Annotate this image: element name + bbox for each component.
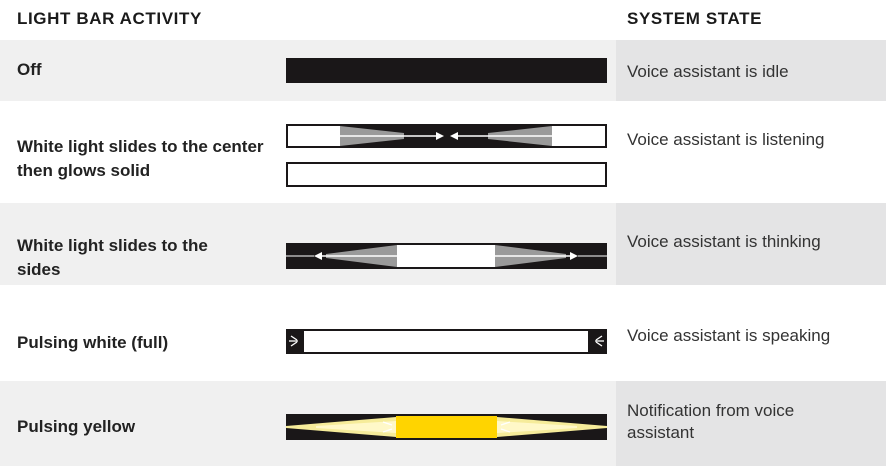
pulsing-white-icon bbox=[286, 329, 607, 354]
off-bar-icon bbox=[286, 58, 607, 83]
table-row-off: Off Voice assistant is idle bbox=[0, 40, 886, 101]
state-label: Voice assistant is idle bbox=[627, 62, 789, 81]
table-row-notification: Pulsing yellow Notification from voice a… bbox=[0, 381, 886, 466]
slide-to-sides-icon bbox=[286, 243, 607, 269]
state-column-header: SYSTEM STATE bbox=[627, 9, 763, 28]
pulsing-yellow-icon bbox=[286, 414, 607, 440]
state-label: Voice assistant is thinking bbox=[627, 232, 821, 251]
activity-label: White light slides to the sides bbox=[17, 236, 208, 279]
activity-label: White light slides to the center then gl… bbox=[17, 137, 264, 180]
activity-label: Pulsing yellow bbox=[17, 417, 136, 436]
state-label: Notification from voice assistant bbox=[627, 401, 795, 442]
table-row-speaking: Pulsing white (full) Voice assistant is … bbox=[0, 285, 886, 381]
activity-label: Pulsing white (full) bbox=[17, 333, 169, 352]
table-row-listening: White light slides to the center then gl… bbox=[0, 101, 886, 203]
activity-label: Off bbox=[17, 60, 42, 79]
activity-column-header: LIGHT BAR ACTIVITY bbox=[17, 9, 202, 28]
state-label: Voice assistant is listening bbox=[627, 130, 825, 149]
state-label: Voice assistant is speaking bbox=[627, 326, 831, 345]
slide-to-center-icon bbox=[286, 124, 607, 187]
table-row-thinking: White light slides to the sides Voice as… bbox=[0, 203, 886, 285]
